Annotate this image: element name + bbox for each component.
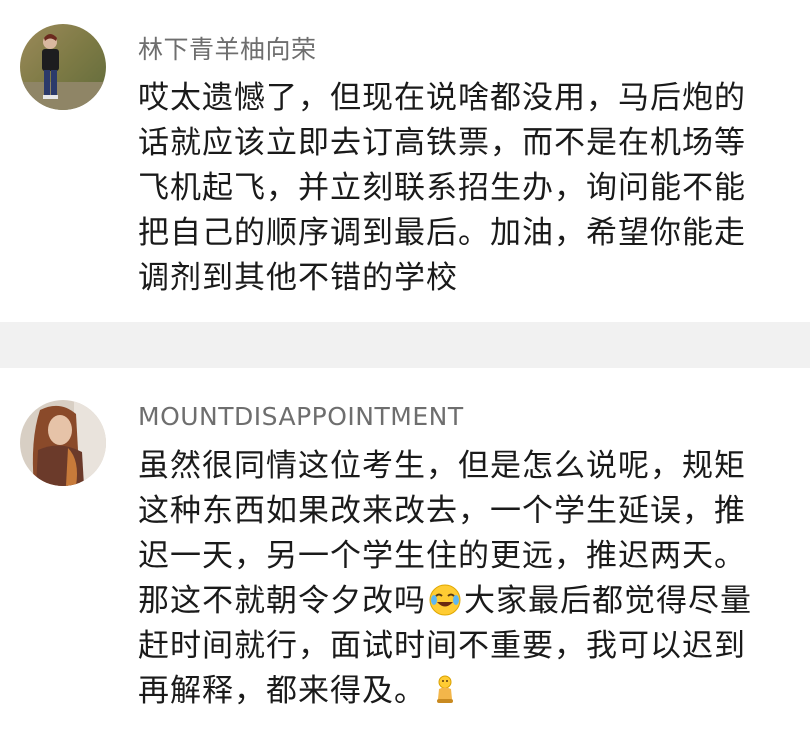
- comment-username[interactable]: MOUNTDISAPPOINTMENT: [138, 402, 464, 431]
- comment-text-segment: 那这不就朝令夕改吗: [138, 583, 426, 619]
- comment-text-line-with-emoji: 那这不就朝令夕改吗 大家最后都觉得尽量: [138, 579, 798, 624]
- user-avatar-portrait-icon: [20, 400, 106, 486]
- comment-text: 虽然很同情这位考生，但是怎么说呢，规矩 这种东西如果改来改去，一个学生延误，推 …: [138, 444, 798, 714]
- comment-text-line: 赶时间就行，面试时间不重要，我可以迟到: [138, 628, 746, 664]
- comment-card: 林下青羊柚向荣 哎太遗憾了，但现在说啥都没用，马后炮的 话就应该立即去订高铁票，…: [0, 0, 810, 322]
- comment-username[interactable]: 林下青羊柚向荣: [138, 30, 317, 66]
- comment-feed: 林下青羊柚向荣 哎太遗憾了，但现在说啥都没用，马后炮的 话就应该立即去订高铁票，…: [0, 0, 810, 740]
- comment-card: MOUNTDISAPPOINTMENT 虽然很同情这位考生，但是怎么说呢，规矩 …: [0, 368, 810, 740]
- user-avatar-standing-person-icon: [20, 24, 106, 110]
- comment-text-line: 虽然很同情这位考生，但是怎么说呢，规矩: [138, 448, 746, 484]
- comment-text-segment: 再解释，都来得及。: [138, 673, 426, 709]
- laughing-crying-emoji-icon: [428, 583, 462, 617]
- comment-text-segment: 大家最后都觉得尽量: [464, 583, 752, 619]
- comment-text-line: 话就应该立即去订高铁票，而不是在机场等: [138, 125, 746, 161]
- comment-text-line: 迟一天，另一个学生住的更远，推迟两天。: [138, 538, 746, 574]
- user-avatar[interactable]: [20, 400, 106, 486]
- comment-text: 哎太遗憾了，但现在说啥都没用，马后炮的 话就应该立即去订高铁票，而不是在机场等 …: [138, 76, 798, 301]
- comment-text-line: 把自己的顺序调到最后。加油，希望你能走: [138, 215, 746, 251]
- comment-text-line: 飞机起飞，并立刻联系招生办，询问能不能: [138, 170, 746, 206]
- comment-text-line: 调剂到其他不错的学校: [138, 260, 458, 296]
- comment-text-line-with-emoji: 再解释，都来得及。: [138, 669, 798, 714]
- comment-text-line: 这种东西如果改来改去，一个学生延误，推: [138, 493, 746, 529]
- user-avatar[interactable]: [20, 24, 106, 110]
- comment-text-line: 哎太遗憾了，但现在说啥都没用，马后炮的: [138, 80, 746, 116]
- kneeling-person-emoji-icon: [428, 673, 462, 707]
